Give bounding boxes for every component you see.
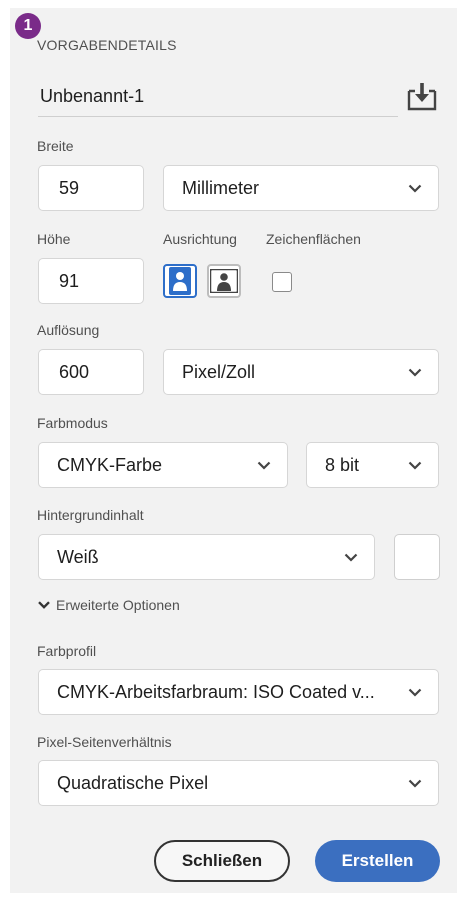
close-button[interactable]: Schließen: [154, 840, 290, 882]
document-name-field[interactable]: Unbenannt-1: [40, 86, 144, 107]
advanced-options-toggle[interactable]: Erweiterte Optionen: [38, 597, 180, 613]
chevron-down-icon: [344, 553, 358, 562]
portrait-orientation-icon: [169, 267, 191, 295]
width-unit-select[interactable]: Millimeter: [163, 165, 439, 211]
chevron-down-icon: [408, 688, 422, 697]
new-document-panel: 1 VORGABENDETAILS Unbenannt-1 Breite 59 …: [10, 8, 457, 893]
save-preset-icon[interactable]: [406, 81, 438, 113]
color-profile-select[interactable]: CMYK-Arbeitsfarbraum: ISO Coated v...: [38, 669, 439, 715]
background-color-swatch[interactable]: [394, 534, 440, 580]
height-label: Höhe: [37, 231, 71, 247]
create-button[interactable]: Erstellen: [315, 840, 440, 882]
bit-depth-select[interactable]: 8 bit: [306, 442, 439, 488]
resolution-unit-select[interactable]: Pixel/Zoll: [163, 349, 439, 395]
orientation-label: Ausrichtung: [163, 231, 237, 247]
color-mode-label: Farbmodus: [37, 415, 108, 431]
portrait-orientation-button[interactable]: [163, 264, 197, 298]
landscape-orientation-button[interactable]: [207, 264, 241, 298]
color-mode-value: CMYK-Farbe: [57, 454, 163, 475]
width-label: Breite: [37, 138, 74, 154]
height-input[interactable]: 91: [38, 258, 144, 304]
color-profile-label: Farbprofil: [37, 643, 97, 659]
artboards-checkbox[interactable]: [272, 272, 292, 292]
background-contents-select[interactable]: Weiß: [38, 534, 375, 580]
artboards-label: Zeichenflächen: [266, 231, 361, 247]
resolution-label: Auflösung: [37, 322, 100, 338]
background-contents-value: Weiß: [57, 546, 99, 567]
color-mode-select[interactable]: CMYK-Farbe: [38, 442, 288, 488]
chevron-down-icon: [408, 184, 422, 193]
resolution-unit-value: Pixel/Zoll: [182, 361, 256, 382]
preset-details-heading: VORGABENDETAILS: [37, 37, 177, 53]
color-profile-value: CMYK-Arbeitsfarbraum: ISO Coated v...: [57, 681, 375, 702]
pixel-aspect-value: Quadratische Pixel: [57, 772, 209, 793]
resolution-input[interactable]: 600: [38, 349, 144, 395]
document-name-underline: [38, 116, 398, 117]
advanced-options-label: Erweiterte Optionen: [56, 597, 180, 613]
chevron-down-icon: [38, 601, 50, 609]
width-unit-value: Millimeter: [182, 177, 260, 198]
background-contents-label: Hintergrundinhalt: [37, 507, 144, 523]
pixel-aspect-select[interactable]: Quadratische Pixel: [38, 760, 439, 806]
chevron-down-icon: [408, 779, 422, 788]
pixel-aspect-label: Pixel-Seitenverhältnis: [37, 734, 172, 750]
chevron-down-icon: [257, 461, 271, 470]
chevron-down-icon: [408, 461, 422, 470]
width-input[interactable]: 59: [38, 165, 144, 211]
chevron-down-icon: [408, 368, 422, 377]
step-badge: 1: [15, 13, 41, 39]
bit-depth-value: 8 bit: [325, 454, 360, 475]
landscape-orientation-icon: [210, 269, 238, 293]
